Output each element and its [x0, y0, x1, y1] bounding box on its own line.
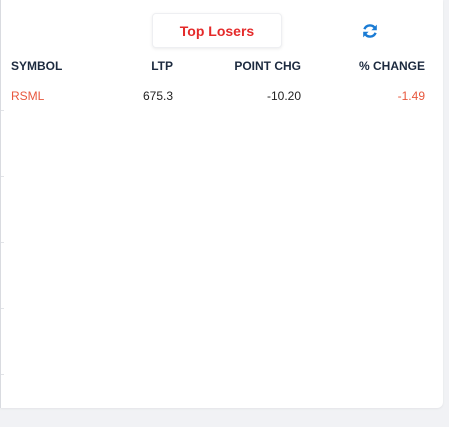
row-symbol[interactable]: RSML — [11, 85, 44, 107]
table-row[interactable]: RSML 675.3 -10.20 -1.49 — [1, 85, 443, 107]
top-losers-card: Top Losers SYMBOL LTP POINT CHG % CHANGE… — [0, 0, 443, 408]
header-ltp[interactable]: LTP — [151, 55, 173, 77]
row-pct-change: -1.49 — [397, 89, 425, 103]
refresh-icon[interactable] — [361, 22, 379, 40]
table-header: SYMBOL LTP POINT CHG % CHANGE — [1, 55, 443, 77]
header-point-chg[interactable]: POINT CHG — [234, 55, 301, 77]
header-pct-change[interactable]: % CHANGE — [359, 55, 425, 77]
tab-top-losers[interactable]: Top Losers — [152, 13, 282, 48]
header-symbol[interactable]: SYMBOL — [11, 55, 62, 77]
row-point-chg: -10.20 — [266, 89, 301, 103]
row-ltp: 675.3 — [142, 89, 173, 103]
